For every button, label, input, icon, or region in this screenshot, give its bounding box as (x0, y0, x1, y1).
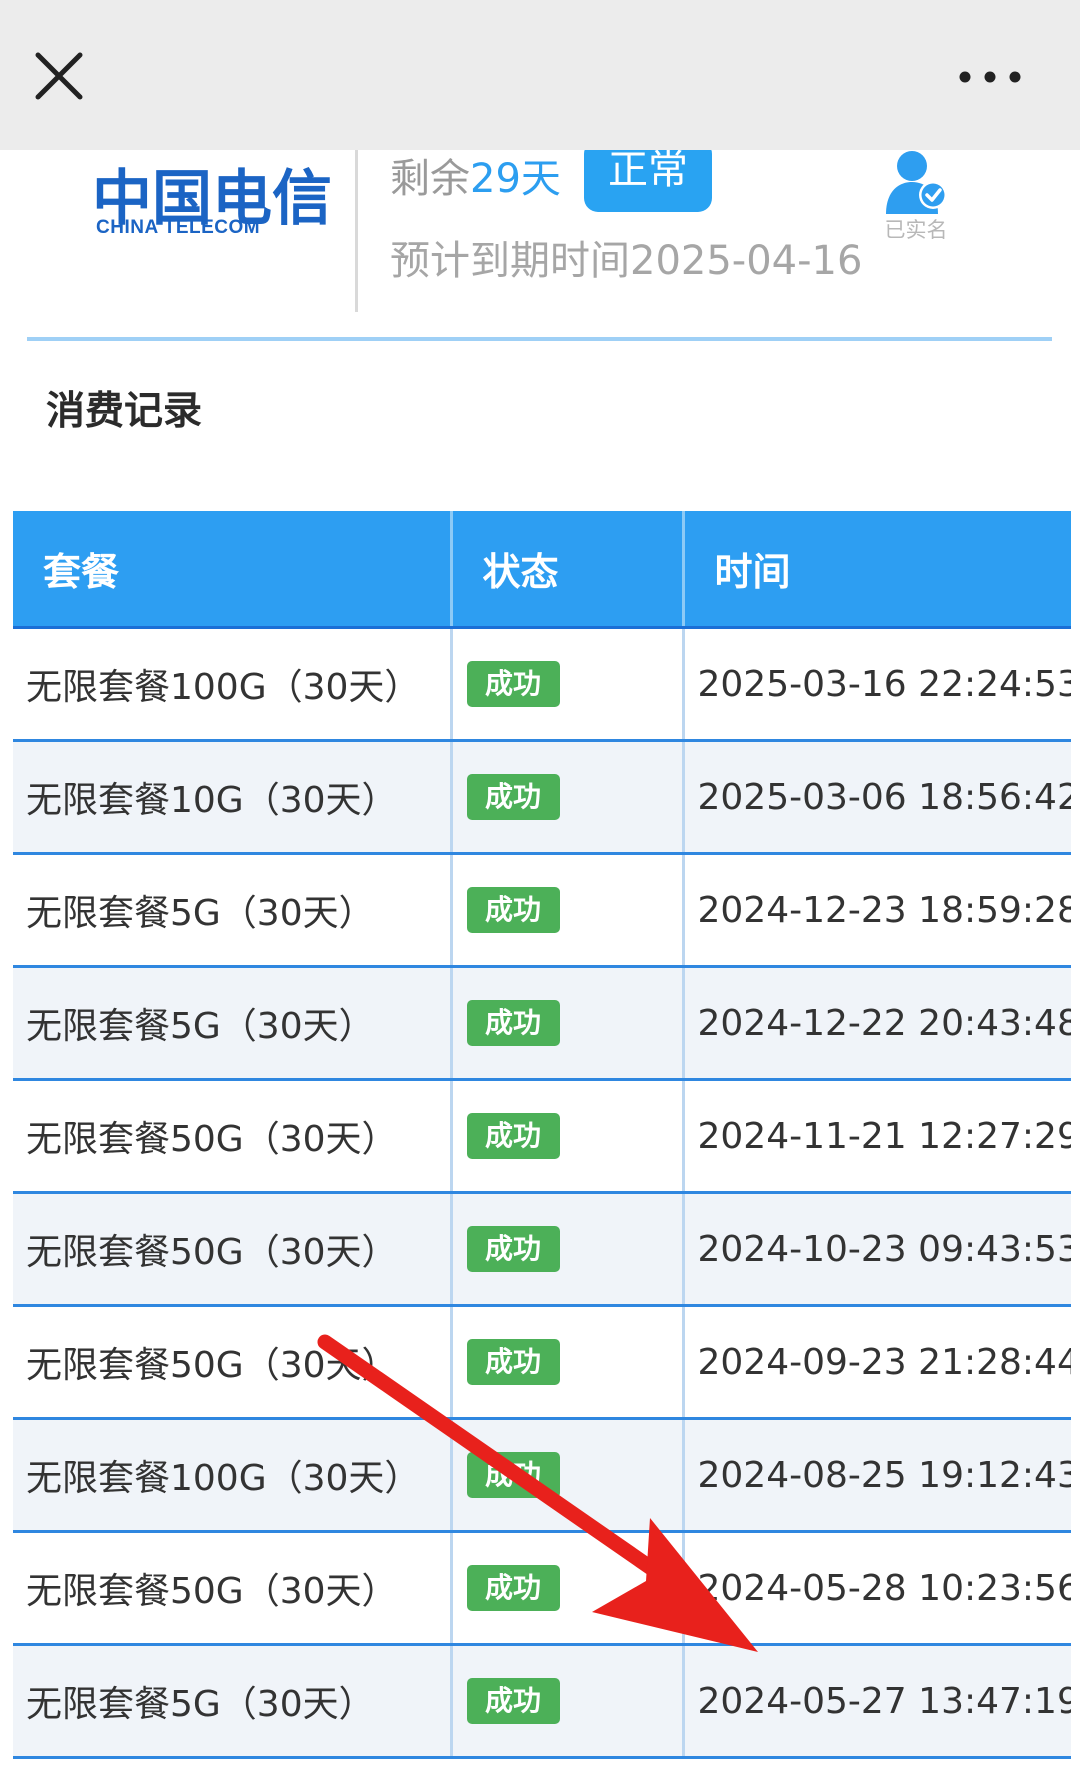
status-cell: 成功 (451, 740, 685, 855)
time-cell: 2024-05-27 13:47:19 (683, 1644, 1071, 1759)
package-cell: 无限套餐5G（30天） (13, 966, 453, 1081)
status-cell: 成功 (451, 1305, 685, 1420)
status-cell: 成功 (451, 1531, 685, 1646)
column-header-status: 状态 (451, 511, 685, 629)
time-cell: 2024-08-25 19:12:43 (683, 1418, 1071, 1533)
time-cell: 2024-12-23 18:59:28 (683, 853, 1071, 968)
table-row: 无限套餐50G（30天） 成功 2024-10-23 09:43:53 (13, 1192, 1071, 1307)
package-cell: 无限套餐5G（30天） (13, 1644, 453, 1759)
package-cell: 无限套餐5G（30天） (13, 853, 453, 968)
package-cell: 无限套餐100G（30天） (13, 1418, 453, 1533)
table-row: 无限套餐5G（30天） 成功 2024-05-27 13:47:19 (13, 1644, 1071, 1759)
table-row: 无限套餐50G（30天） 成功 2024-09-23 21:28:44 (13, 1305, 1071, 1420)
remaining-days: 剩余29天 (390, 146, 561, 204)
status-badge: 成功 (466, 1565, 560, 1611)
table-row: 无限套餐100G（30天） 成功 2025-03-16 22:24:53 (13, 627, 1071, 742)
table-row: 无限套餐50G（30天） 成功 2024-05-28 10:23:56 (13, 1531, 1071, 1646)
status-badge: 成功 (466, 1000, 560, 1046)
time-cell: 2024-12-22 20:43:48 (683, 966, 1071, 1081)
account-status-badge: 正常 (584, 140, 712, 212)
status-cell: 成功 (451, 627, 685, 742)
package-cell: 无限套餐50G（30天） (13, 1305, 453, 1420)
status-badge: 成功 (466, 1226, 560, 1272)
status-cell: 成功 (451, 1079, 685, 1194)
verified-user-icon (886, 151, 947, 214)
table-row: 无限套餐100G（30天） 成功 2024-08-25 19:12:43 (13, 1418, 1071, 1533)
package-cell: 无限套餐50G（30天） (13, 1192, 453, 1307)
package-cell: 无限套餐100G（30天） (13, 627, 453, 742)
column-header-time: 时间 (683, 511, 1071, 629)
more-options-button[interactable] (955, 66, 1025, 88)
time-cell: 2024-09-23 21:28:44 (683, 1305, 1071, 1420)
header-divider (355, 150, 358, 312)
section-title: 消费记录 (46, 389, 203, 434)
more-icon (959, 71, 1021, 83)
status-badge: 成功 (466, 1113, 560, 1159)
consumption-records-table: 套餐 状态 时间 无限套餐100G（30天） 成功 2025-03-16 22:… (13, 511, 1071, 1759)
status-cell: 成功 (451, 853, 685, 968)
close-button[interactable] (30, 45, 90, 110)
expiry-date: 预计到期时间2025-04-16 (390, 238, 863, 284)
status-cell: 成功 (451, 1418, 685, 1533)
status-badge: 成功 (466, 1339, 560, 1385)
table-row: 无限套餐5G（30天） 成功 2024-12-22 20:43:48 (13, 966, 1071, 1081)
close-icon (35, 52, 83, 100)
logo-english-text: CHINA TELECOM (96, 217, 261, 238)
status-badge: 成功 (466, 1678, 560, 1724)
table-row: 无限套餐5G（30天） 成功 2024-12-23 18:59:28 (13, 853, 1071, 968)
package-cell: 无限套餐10G（30天） (13, 740, 453, 855)
column-header-package: 套餐 (13, 511, 453, 629)
remaining-value: 29天 (470, 156, 561, 202)
time-cell: 2025-03-16 22:24:53 (683, 627, 1071, 742)
status-cell: 成功 (451, 1644, 685, 1759)
status-cell: 成功 (451, 1192, 685, 1307)
verified-badge: 已实名 (876, 148, 956, 243)
table-header-row: 套餐 状态 时间 (13, 511, 1071, 629)
status-badge: 成功 (466, 887, 560, 933)
remaining-prefix: 剩余 (390, 156, 470, 202)
status-badge: 成功 (466, 661, 560, 707)
status-cell: 成功 (451, 966, 685, 1081)
time-cell: 2024-11-21 12:27:29 (683, 1079, 1071, 1194)
time-cell: 2024-10-23 09:43:53 (683, 1192, 1071, 1307)
header-separator (27, 337, 1052, 341)
verified-label: 已实名 (884, 218, 948, 242)
china-telecom-logo: 中国电信 CHINA TELECOM (92, 150, 332, 250)
status-badge: 成功 (466, 1452, 560, 1498)
package-cell: 无限套餐50G（30天） (13, 1531, 453, 1646)
top-navigation-bar (0, 0, 1080, 150)
time-cell: 2025-03-06 18:56:42 (683, 740, 1071, 855)
table-row: 无限套餐10G（30天） 成功 2025-03-06 18:56:42 (13, 740, 1071, 855)
time-cell: 2024-05-28 10:23:56 (683, 1531, 1071, 1646)
package-cell: 无限套餐50G（30天） (13, 1079, 453, 1194)
table-row: 无限套餐50G（30天） 成功 2024-11-21 12:27:29 (13, 1079, 1071, 1194)
status-badge: 成功 (466, 774, 560, 820)
